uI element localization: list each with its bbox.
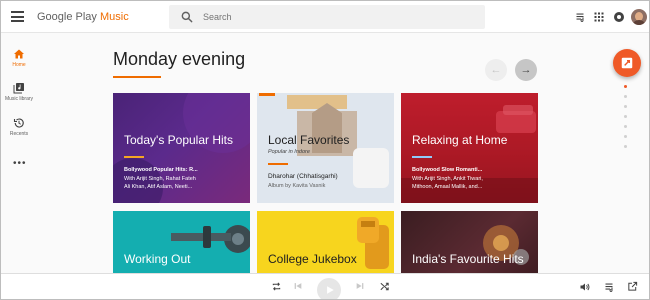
search-icon bbox=[181, 11, 193, 23]
pager-dot[interactable] bbox=[624, 125, 627, 128]
sidebar-item-label: Home bbox=[12, 62, 26, 68]
avatar[interactable] bbox=[631, 9, 647, 25]
search-input[interactable] bbox=[203, 9, 463, 25]
menu-icon[interactable] bbox=[11, 11, 24, 22]
card-album-artist: Album by Kavita Vasnik bbox=[268, 183, 326, 189]
recents-icon bbox=[13, 118, 24, 128]
repeat-icon[interactable] bbox=[271, 281, 282, 292]
card-album-name: Dharohar (Chhatisgarhi) bbox=[268, 173, 338, 180]
pager-dot[interactable] bbox=[624, 145, 627, 148]
pager-dot[interactable] bbox=[624, 85, 627, 88]
pager-dot[interactable] bbox=[624, 135, 627, 138]
music-library-icon bbox=[13, 83, 24, 94]
notifications-icon[interactable] bbox=[613, 11, 625, 23]
card-artists-more: Ali Khan, Atif Aslam, Neeti... bbox=[124, 184, 193, 190]
section-title: Monday evening bbox=[113, 49, 246, 69]
pager-dot[interactable] bbox=[624, 115, 627, 118]
pager-dot[interactable] bbox=[624, 95, 627, 98]
search-bar[interactable] bbox=[169, 5, 485, 29]
card-title: College Jukebox bbox=[268, 252, 357, 266]
carousel-prev-button[interactable]: ← bbox=[485, 59, 507, 81]
home-icon bbox=[14, 49, 24, 59]
card-relaxing-at-home[interactable]: Relaxing at Home Bollywood Slow Romanti.… bbox=[401, 93, 538, 203]
card-title: India's Favourite Hits bbox=[412, 252, 524, 266]
carousel-next-button[interactable]: → bbox=[515, 59, 537, 81]
card-subtitle: Popular in Indore bbox=[268, 149, 310, 155]
card-college-jukebox[interactable]: College Jukebox bbox=[257, 211, 394, 273]
pager bbox=[624, 85, 630, 155]
queue-icon[interactable] bbox=[575, 11, 587, 23]
card-accent-line bbox=[124, 156, 144, 158]
previous-track-icon[interactable] bbox=[293, 281, 303, 291]
sidebar-item-recents[interactable]: Recents bbox=[1, 117, 37, 137]
sidebar-item-home[interactable]: Home bbox=[1, 48, 37, 68]
sidebar-item-music-library[interactable]: Music library bbox=[1, 82, 37, 102]
sidebar-nav: Home Music library Recents ••• bbox=[1, 34, 37, 269]
card-artists: With Arijit Singh, Rahat Fateh bbox=[124, 176, 196, 182]
play-icon bbox=[327, 286, 334, 294]
card-indias-favourite-hits[interactable]: India's Favourite Hits bbox=[401, 211, 538, 273]
app-logo[interactable]: Google Play Music bbox=[37, 11, 129, 23]
logo-text: Google Play bbox=[37, 11, 100, 23]
more-options-icon[interactable]: ••• bbox=[13, 158, 27, 169]
card-playlist-name: Bollywood Popular Hits: R... bbox=[124, 167, 198, 173]
card-working-out[interactable]: Working Out bbox=[113, 211, 250, 273]
app-window: Google Play Music Search Home Music libr… bbox=[0, 0, 650, 300]
sidebar-item-label: Recents bbox=[9, 131, 29, 137]
card-accent-line bbox=[268, 163, 288, 165]
card-artists: With Arijit Singh, Ankit Tiwari, bbox=[412, 176, 483, 182]
top-app-bar: Google Play Music bbox=[1, 1, 649, 33]
card-artists-more: Mithoon, Amaal Mallik, and... bbox=[412, 184, 483, 190]
sidebar-item-label: Music library bbox=[4, 96, 34, 102]
pager-dot[interactable] bbox=[624, 105, 627, 108]
card-todays-popular-hits[interactable]: Today's Popular Hits Bollywood Popular H… bbox=[113, 93, 250, 203]
card-title: Working Out bbox=[124, 252, 191, 266]
queue-icon[interactable] bbox=[604, 281, 616, 293]
card-playlist-name: Bollywood Slow Romanti... bbox=[412, 167, 483, 173]
player-bar bbox=[1, 273, 649, 299]
card-local-favorites[interactable]: Local Favorites Popular in Indore Dharoh… bbox=[257, 93, 394, 203]
card-title: Local Favorites bbox=[268, 133, 350, 147]
logo-accent-text: Music bbox=[99, 11, 129, 23]
play-button[interactable] bbox=[317, 278, 341, 299]
volume-icon[interactable] bbox=[579, 281, 591, 293]
apps-grid-icon[interactable] bbox=[593, 11, 605, 23]
open-in-new-icon[interactable] bbox=[627, 281, 638, 292]
radio-icon bbox=[621, 57, 633, 69]
card-title: Today's Popular Hits bbox=[124, 133, 234, 147]
shuffle-icon[interactable] bbox=[379, 281, 390, 292]
card-accent-line bbox=[412, 156, 432, 158]
next-track-icon[interactable] bbox=[355, 281, 365, 291]
card-title: Relaxing at Home bbox=[412, 133, 508, 147]
title-underline bbox=[113, 76, 161, 78]
instant-mix-button[interactable] bbox=[613, 49, 641, 77]
